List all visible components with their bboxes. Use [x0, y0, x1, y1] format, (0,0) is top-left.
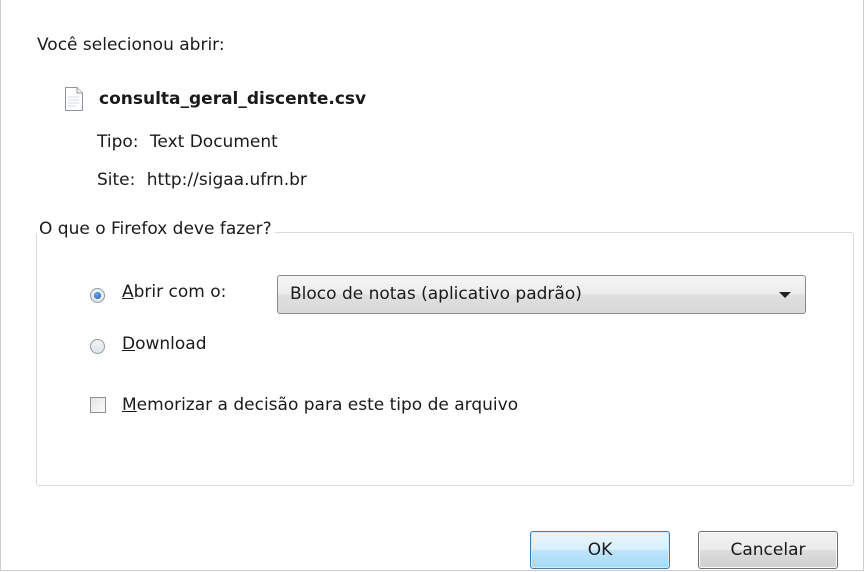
download-label[interactable]: Download [122, 334, 207, 354]
download-label-text: ownload [135, 334, 207, 354]
cancel-button[interactable]: Cancelar [698, 531, 838, 569]
application-select-value: Bloco de notas (aplicativo padrão) [290, 284, 582, 304]
open-with-label-text: brir com o: [133, 282, 227, 302]
file-type-label: Tipo: [97, 132, 139, 152]
file-site-label: Site: [97, 170, 136, 190]
open-with-radio[interactable] [90, 288, 105, 303]
open-with-label[interactable]: Abrir com o: [122, 282, 226, 302]
action-groupbox [36, 232, 854, 486]
open-with-mnemonic: A [122, 282, 134, 302]
file-site-row: Site: http://sigaa.ufrn.br [97, 170, 307, 190]
remember-mnemonic: M [122, 395, 137, 415]
ok-button[interactable]: OK [530, 531, 670, 569]
file-row: consulta_geral_discente.csv [63, 86, 366, 112]
application-select[interactable]: Bloco de notas (aplicativo padrão) [277, 275, 806, 314]
file-type-row: Tipo: Text Document [97, 132, 278, 152]
download-mnemonic: D [122, 334, 136, 354]
action-group-legend: O que o Firefox deve fazer? [37, 219, 275, 239]
dialog-heading: Você selecionou abrir: [37, 35, 225, 55]
text-file-icon [63, 86, 85, 112]
chevron-down-icon [779, 292, 791, 298]
file-site-value: http://sigaa.ufrn.br [146, 170, 307, 190]
open-file-dialog: Você selecionou abrir: consulta_geral_di… [0, 0, 864, 571]
file-name: consulta_geral_discente.csv [99, 89, 367, 109]
remember-decision-checkbox[interactable] [90, 397, 106, 413]
download-radio[interactable] [90, 339, 105, 354]
remember-decision-label[interactable]: Memorizar a decisão para este tipo de ar… [122, 395, 518, 415]
remember-label-text: emorizar a decisão para este tipo de arq… [136, 395, 519, 415]
file-type-value: Text Document [149, 132, 278, 152]
